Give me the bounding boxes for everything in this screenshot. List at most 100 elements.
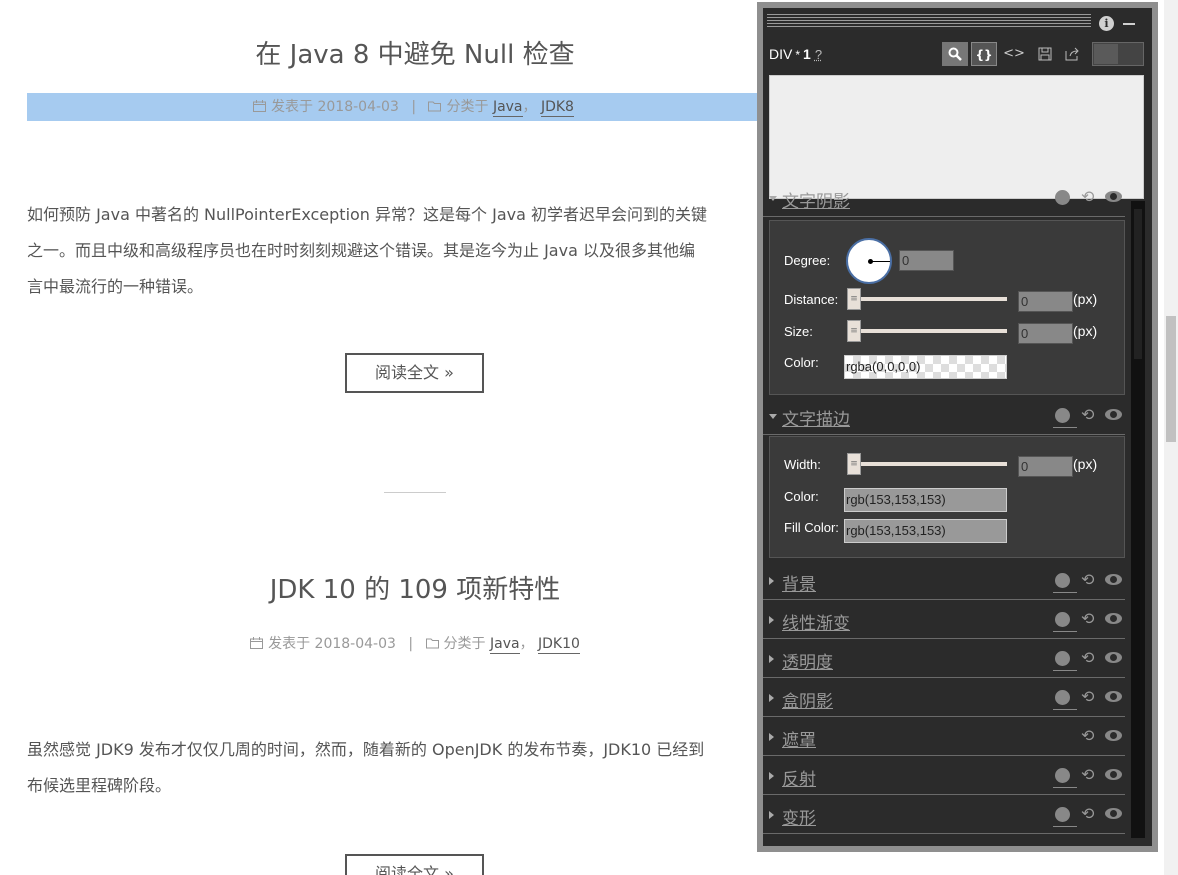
section-background[interactable]: 背景 ⟲ (763, 562, 1125, 600)
post-excerpt: 如何预防 Java 中著名的 NullPointerException 异常？这… (27, 197, 787, 305)
read-more-button[interactable]: 阅读全文 » (345, 854, 484, 875)
reset-icon[interactable]: ⟲ (1081, 765, 1094, 784)
stroke-color-label: Color: (784, 489, 819, 504)
panel-scrollbar-thumb[interactable] (1134, 209, 1142, 359)
reset-icon[interactable]: ⟲ (1081, 405, 1094, 424)
size-input[interactable]: 0 (1018, 323, 1073, 344)
eye-icon[interactable] (1105, 409, 1122, 420)
shadow-color-label: Color: (784, 355, 819, 370)
search-icon[interactable] (942, 42, 968, 66)
category-link-jdk8[interactable]: JDK8 (540, 99, 574, 117)
info-icon[interactable]: i (1099, 16, 1114, 31)
category-label: 分类于 (446, 99, 489, 115)
globe-icon[interactable] (1055, 690, 1070, 705)
section-mask[interactable]: 遮罩 ⟲ (763, 718, 1125, 756)
mode-toggle[interactable] (1092, 42, 1144, 66)
section-opacity[interactable]: 透明度 ⟲ (763, 640, 1125, 678)
category-link-jdk10[interactable]: JDK10 (538, 636, 580, 654)
read-more-button[interactable]: 阅读全文 » (345, 353, 484, 393)
stroke-color-input[interactable]: rgb(153,153,153) (844, 488, 1007, 512)
excerpt-line: 之一。而且中级和高级程序员也在时时刻刻规避这个错误。其是迄今为止 Java 以及… (27, 241, 695, 260)
shadow-color-input[interactable]: rgba(0,0,0,0) (844, 355, 1007, 379)
width-input[interactable]: 0 (1018, 456, 1073, 477)
section-label: 遮罩 (782, 731, 816, 751)
reset-icon[interactable]: ⟲ (1081, 804, 1094, 823)
slider-handle[interactable]: ≡ (847, 320, 861, 342)
section-label: 透明度 (782, 653, 833, 673)
section-linear-gradient[interactable]: 线性渐变 ⟲ (763, 601, 1125, 639)
category-link-java[interactable]: Java (492, 99, 523, 117)
collapsed-arrow-icon (769, 811, 774, 819)
minimize-icon[interactable] (1123, 23, 1135, 25)
reset-icon[interactable]: ⟲ (1081, 687, 1094, 706)
export-icon[interactable] (1061, 42, 1083, 66)
help-link[interactable]: ? (815, 47, 822, 62)
globe-underline (1053, 631, 1077, 632)
globe-icon[interactable] (1055, 651, 1070, 666)
collapsed-arrow-icon (769, 694, 774, 702)
category-link-java[interactable]: Java (489, 636, 520, 654)
slider-handle[interactable]: ≡ (847, 453, 861, 475)
selector-star: * (795, 48, 801, 62)
post-title[interactable]: JDK 10 的 109 项新特性 (27, 569, 803, 606)
eye-icon[interactable] (1105, 652, 1122, 663)
eye-icon[interactable] (1105, 769, 1122, 780)
reset-icon[interactable]: ⟲ (1081, 570, 1094, 589)
size-label: Size: (784, 324, 813, 339)
degree-dial[interactable] (846, 238, 892, 284)
globe-icon[interactable] (1055, 573, 1070, 588)
selector-count: 1 (803, 46, 811, 62)
meta-separator: | (408, 636, 414, 652)
distance-label: Distance: (784, 292, 839, 307)
reset-icon[interactable]: ⟲ (1081, 187, 1094, 206)
globe-underline (1053, 427, 1077, 428)
drag-handle[interactable] (767, 14, 1091, 28)
globe-icon[interactable] (1055, 807, 1070, 822)
reset-icon[interactable]: ⟲ (1081, 609, 1094, 628)
slider-handle[interactable]: ≡ (847, 288, 861, 310)
posted-label: 发表于 (268, 636, 311, 652)
section-box-shadow[interactable]: 盒阴影 ⟲ (763, 679, 1125, 717)
size-slider[interactable]: ≡ (847, 320, 1007, 342)
page-scrollbar-thumb[interactable] (1166, 316, 1176, 442)
folder-icon (428, 94, 442, 112)
expanded-arrow-icon (769, 196, 777, 201)
globe-underline (1053, 592, 1077, 593)
section-reflection[interactable]: 反射 ⟲ (763, 757, 1125, 795)
collapsed-arrow-icon (769, 616, 774, 624)
save-icon[interactable] (1034, 42, 1056, 66)
reset-icon[interactable]: ⟲ (1081, 648, 1094, 667)
width-label: Width: (784, 457, 821, 472)
toggle-knob (1094, 44, 1118, 64)
eye-icon[interactable] (1105, 574, 1122, 585)
fill-color-input[interactable]: rgb(153,153,153) (844, 519, 1007, 543)
excerpt-line: 布候选里程碑阶段。 (27, 776, 172, 795)
width-slider[interactable]: ≡ (847, 453, 1007, 475)
css-braces-button[interactable]: {} (971, 42, 997, 66)
eye-icon[interactable] (1105, 691, 1122, 702)
distance-slider[interactable]: ≡ (847, 288, 1007, 310)
eye-icon[interactable] (1105, 730, 1122, 741)
globe-icon[interactable] (1055, 612, 1070, 627)
globe-icon[interactable] (1055, 408, 1070, 423)
post-divider (384, 492, 446, 493)
globe-icon[interactable] (1055, 768, 1070, 783)
blog-page: 在 Java 8 中避免 Null 检查 发表于 2018-04-03 | 分类… (0, 0, 852, 875)
eye-icon[interactable] (1105, 808, 1122, 819)
eye-icon[interactable] (1105, 613, 1122, 624)
section-text-stroke[interactable]: 文字描边 ⟲ (763, 397, 1125, 435)
size-unit: (px) (1073, 323, 1098, 339)
section-transform[interactable]: 变形 ⟲ (763, 796, 1125, 834)
globe-icon[interactable] (1055, 190, 1070, 205)
code-view-button[interactable]: <> (1003, 42, 1025, 66)
post-date: 2018-04-03 (317, 99, 399, 115)
post-title[interactable]: 在 Java 8 中避免 Null 检查 (27, 34, 803, 71)
reset-icon[interactable]: ⟲ (1081, 726, 1094, 745)
selector-tag: DIV (769, 46, 793, 62)
eye-icon[interactable] (1105, 191, 1122, 202)
section-text-shadow[interactable]: 文字阴影 ⟲ (763, 179, 1125, 217)
section-label: 文字阴影 (782, 192, 850, 212)
distance-input[interactable]: 0 (1018, 291, 1073, 312)
section-label: 文字描边 (782, 410, 850, 430)
degree-input[interactable]: 0 (899, 250, 954, 271)
